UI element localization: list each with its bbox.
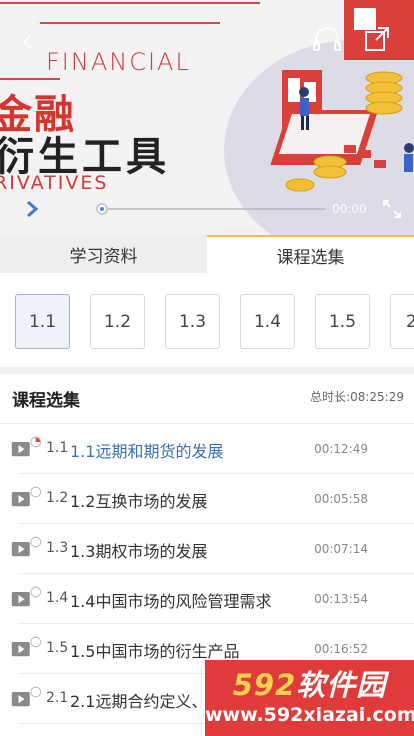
episode-duration: 00:13:54 [314,592,368,606]
progress-track[interactable] [100,208,326,210]
episode-row[interactable]: 1.3 1.3期权市场的发展 00:07:14 [0,524,414,574]
video-lesson-icon [11,436,41,457]
decor-line [40,22,220,24]
progress-knob[interactable] [96,203,108,215]
content-tabs: 学习资料 课程选集 [0,235,414,273]
watermark-brand-text: 软件园 [296,668,387,702]
episode-title: 1.3期权市场的发展 [70,542,208,561]
episode-row[interactable]: 1.1 1.1远期和期货的发展 00:12:49 [0,424,414,474]
watermark-brand-number: 592 [232,668,297,702]
episode-number: 1.5 [46,640,69,656]
episode-duration: 00:05:58 [314,492,368,506]
episode-list-title: 课程选集 [12,391,80,411]
episode-chip[interactable]: 1.5 [315,294,370,349]
share-icon[interactable] [364,26,390,52]
episode-number: 1.1 [46,440,69,456]
episode-duration: 00:12:49 [314,442,368,456]
play-icon[interactable] [22,198,42,220]
episode-title: 1.4中国市场的风险管理需求 [70,592,272,611]
episode-title: 1.5中国市场的衍生产品 [70,642,240,661]
video-player[interactable]: FINANCIAL 金融 衍生工具 RIVATIVES 00:00 [0,0,414,235]
watermark-url: www.592xiazai.com [205,704,414,726]
tab-course-episodes[interactable]: 课程选集 [207,235,414,273]
episode-number: 2.1 [46,690,69,706]
app-screen: FINANCIAL 金融 衍生工具 RIVATIVES 00:00 学习资料 课… [0,0,414,736]
video-lesson-icon [11,536,41,557]
episode-list-header: 课程选集 总时长:08:25:29 [0,374,414,424]
episode-chip[interactable]: 1.2 [90,294,145,349]
cover-title-en: FINANCIAL [46,48,191,76]
site-watermark: 592软件园 www.592xiazai.com [205,660,414,736]
back-icon[interactable] [18,32,38,52]
episode-number: 1.2 [46,490,69,506]
episode-chip[interactable]: 2.1 [390,294,414,349]
tab-study-materials[interactable]: 学习资料 [0,235,207,273]
episode-row[interactable]: 1.4 1.4中国市场的风险管理需求 00:13:54 [0,574,414,624]
fullscreen-icon[interactable] [382,199,402,219]
episode-duration: 00:16:52 [314,642,368,656]
episode-chip[interactable]: 1.1 [15,294,70,349]
video-lesson-icon [11,636,41,657]
episode-chip-row[interactable]: 1.1 1.2 1.3 1.4 1.5 2.1 [0,273,414,367]
episode-duration: 00:07:14 [314,542,368,556]
video-lesson-icon [11,586,41,607]
playback-time: 00:00 [332,202,367,216]
section-divider [0,367,414,374]
episode-chip[interactable]: 1.4 [240,294,295,349]
video-lesson-icon [11,486,41,507]
video-lesson-icon [11,686,41,707]
episode-number: 1.4 [46,590,69,606]
cover-subtitle-en: RIVATIVES [0,172,109,194]
headphones-icon[interactable] [312,26,342,52]
episode-title: 1.2互换市场的发展 [70,492,208,511]
episode-chip[interactable]: 1.3 [165,294,220,349]
decor-line [0,78,60,80]
watermark-brand: 592软件园 [205,662,414,704]
episode-row[interactable]: 1.2 1.2互换市场的发展 00:05:58 [0,474,414,524]
episode-number: 1.3 [46,540,69,556]
episode-title: 1.1远期和期货的发展 [70,442,224,461]
total-duration: 总时长:08:25:29 [310,390,404,404]
